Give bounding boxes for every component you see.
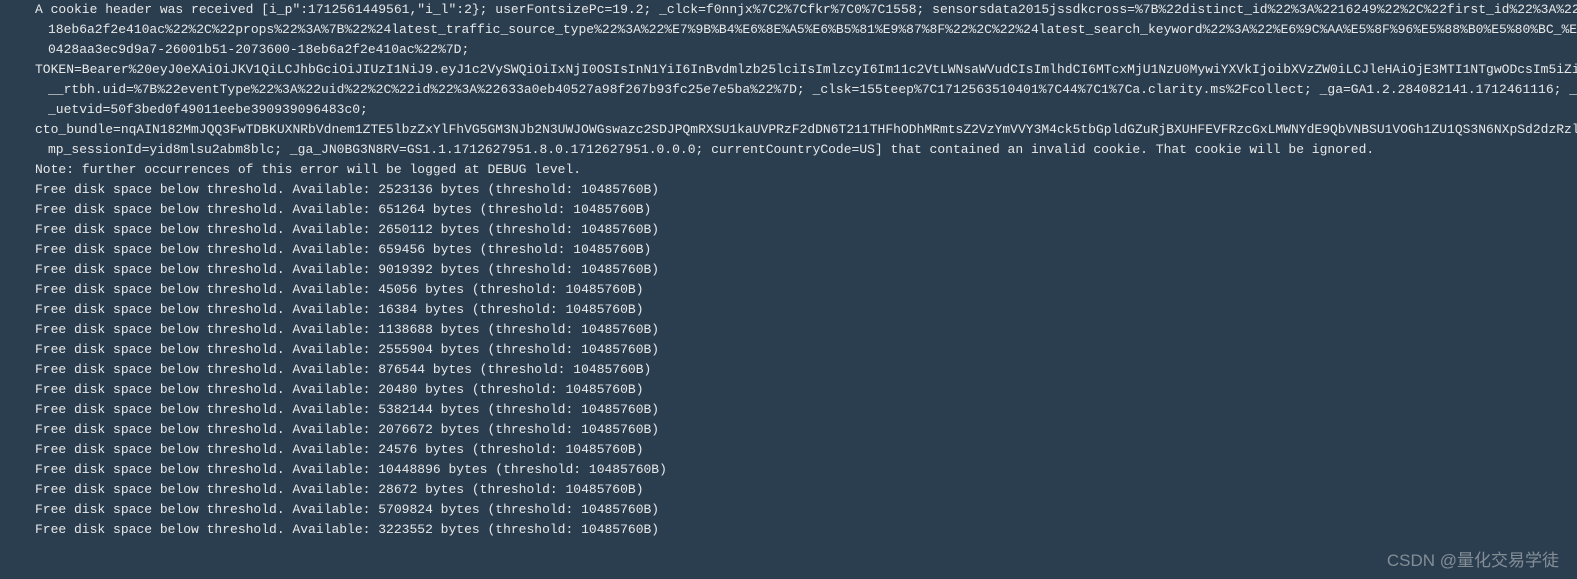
log-line-disk: Free disk space below threshold. Availab… [0,180,1577,200]
log-line-disk: Free disk space below threshold. Availab… [0,400,1577,420]
log-line-disk: Free disk space below threshold. Availab… [0,500,1577,520]
log-note: Note: further occurrences of this error … [0,160,1577,180]
log-line: A cookie header was received [i_p":17125… [0,0,1577,20]
log-line: _uetvid=50f3bed0f49011eebe390939096483c0… [0,100,1577,120]
log-line: cto_bundle=nqAIN182MmJQQ3FwTDBKUXNRbVdne… [0,120,1577,140]
log-line: __rtbh.uid=%7B%22eventType%22%3A%22uid%2… [0,80,1577,100]
log-line-disk: Free disk space below threshold. Availab… [0,440,1577,460]
log-line-disk: Free disk space below threshold. Availab… [0,360,1577,380]
log-line: 18eb6a2f2e410ac%22%2C%22props%22%3A%7B%2… [0,20,1577,40]
watermark: CSDN @量化交易学徒 [1387,551,1559,571]
log-line: TOKEN=Bearer%20eyJ0eXAiOiJKV1QiLCJhbGciO… [0,60,1577,80]
log-line: mp_sessionId=yid8mlsu2abm8blc; _ga_JN0BG… [0,140,1577,160]
log-line: 0428aa3ec9d9a7-26001b51-2073600-18eb6a2f… [0,40,1577,60]
log-line-disk: Free disk space below threshold. Availab… [0,200,1577,220]
log-line-disk: Free disk space below threshold. Availab… [0,480,1577,500]
log-line-disk: Free disk space below threshold. Availab… [0,520,1577,540]
log-line-disk: Free disk space below threshold. Availab… [0,340,1577,360]
log-output: A cookie header was received [i_p":17125… [0,0,1577,540]
log-line-disk: Free disk space below threshold. Availab… [0,320,1577,340]
log-line-disk: Free disk space below threshold. Availab… [0,220,1577,240]
log-line-disk: Free disk space below threshold. Availab… [0,460,1577,480]
log-line-disk: Free disk space below threshold. Availab… [0,300,1577,320]
log-line-disk: Free disk space below threshold. Availab… [0,260,1577,280]
log-line-disk: Free disk space below threshold. Availab… [0,280,1577,300]
log-line-disk: Free disk space below threshold. Availab… [0,380,1577,400]
disk-warnings-block: Free disk space below threshold. Availab… [0,180,1577,540]
log-line-disk: Free disk space below threshold. Availab… [0,240,1577,260]
log-line-disk: Free disk space below threshold. Availab… [0,420,1577,440]
